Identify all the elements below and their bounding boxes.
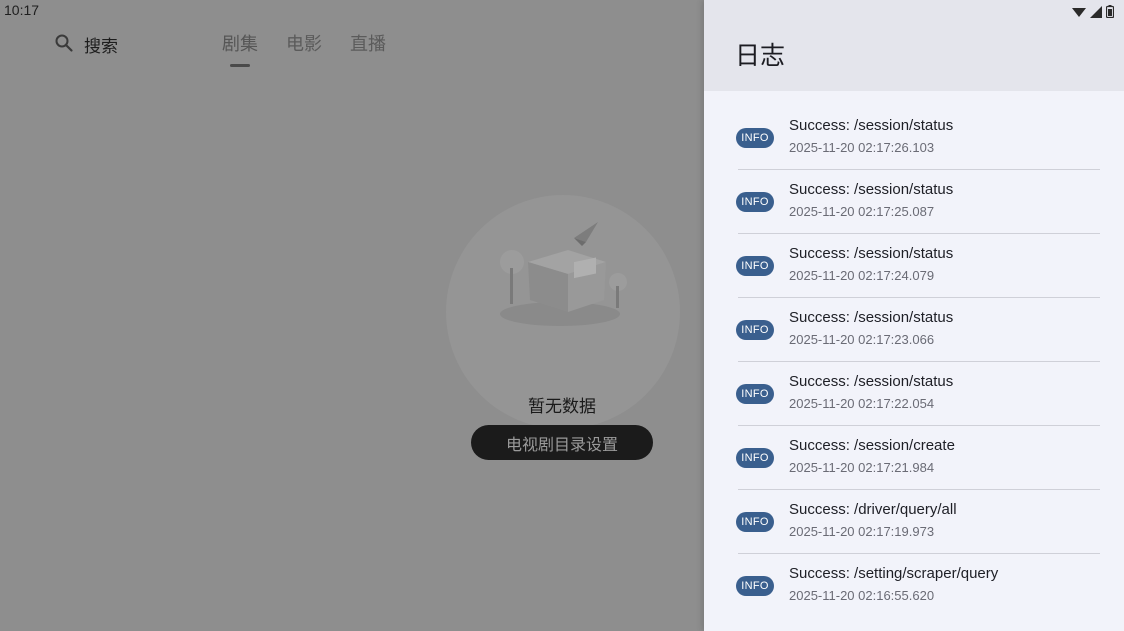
log-entry: INFO Success: /session/status 2025-11-20… — [736, 298, 1100, 362]
log-timestamp: 2025-11-20 02:17:19.973 — [789, 524, 935, 539]
empty-message: 暂无数据 — [528, 397, 596, 417]
log-timestamp: 2025-11-20 02:17:22.054 — [789, 396, 935, 411]
tab-live[interactable]: 直播 — [350, 30, 386, 64]
log-entry: INFO Success: /session/create 2025-11-20… — [736, 426, 1100, 490]
log-timestamp: 2025-11-20 02:17:23.066 — [789, 332, 935, 347]
drawer-title: 日志 — [735, 41, 786, 70]
search-icon — [54, 33, 74, 57]
log-level-badge: INFO — [736, 512, 774, 532]
empty-box-illustration — [490, 216, 640, 336]
log-message: Success: /session/status — [789, 117, 954, 134]
log-timestamp: 2025-11-20 02:16:55.620 — [789, 588, 935, 603]
wifi-icon — [1072, 3, 1086, 22]
tab-movies[interactable]: 电影 — [286, 30, 322, 64]
signal-icon — [1090, 3, 1102, 22]
log-level-badge: INFO — [736, 192, 774, 212]
system-status-icons — [1072, 3, 1115, 22]
log-timestamp: 2025-11-20 02:17:24.079 — [789, 268, 935, 283]
log-message: Success: /setting/scraper/query — [789, 565, 999, 582]
log-message: Success: /session/status — [789, 181, 954, 198]
top-bar: 搜索 剧集 电影 直播 — [0, 30, 704, 70]
log-list[interactable]: INFO Success: /session/status 2025-11-20… — [736, 106, 1100, 617]
log-level-badge: INFO — [736, 256, 774, 276]
log-level-badge: INFO — [736, 128, 774, 148]
tab-bar: 剧集 电影 直播 — [222, 30, 386, 67]
series-directory-settings-button[interactable]: 电视剧目录设置 — [471, 425, 653, 460]
log-level-badge: INFO — [736, 448, 774, 468]
log-entry: INFO Success: /session/status 2025-11-20… — [736, 234, 1100, 298]
log-drawer: 日志 INFO Success: /session/status 2025-11… — [704, 0, 1124, 631]
log-level-badge: INFO — [736, 320, 774, 340]
log-entry: INFO Success: /session/status 2025-11-20… — [736, 170, 1100, 234]
log-entry: INFO Success: /setting/scraper/query 202… — [736, 554, 1100, 617]
log-timestamp: 2025-11-20 02:17:26.103 — [789, 140, 935, 155]
log-level-badge: INFO — [736, 576, 774, 596]
tab-series[interactable]: 剧集 — [222, 30, 258, 67]
drawer-header: 日志 — [704, 0, 1124, 91]
log-entry: INFO Success: /driver/query/all 2025-11-… — [736, 490, 1100, 554]
log-message: Success: /session/status — [789, 245, 954, 262]
log-entry: INFO Success: /session/status 2025-11-20… — [736, 106, 1100, 170]
log-level-badge: INFO — [736, 384, 774, 404]
search-button[interactable]: 搜索 — [54, 32, 118, 57]
status-time: 10:17 — [4, 2, 40, 18]
log-entry: INFO Success: /session/status 2025-11-20… — [736, 362, 1100, 426]
log-message: Success: /session/status — [789, 373, 954, 390]
battery-icon — [1105, 3, 1115, 22]
log-message: Success: /driver/query/all — [789, 501, 957, 518]
search-label: 搜索 — [84, 37, 118, 57]
log-timestamp: 2025-11-20 02:17:21.984 — [789, 460, 935, 475]
log-message: Success: /session/status — [789, 309, 954, 326]
log-message: Success: /session/create — [789, 437, 955, 454]
log-timestamp: 2025-11-20 02:17:25.087 — [789, 204, 935, 219]
